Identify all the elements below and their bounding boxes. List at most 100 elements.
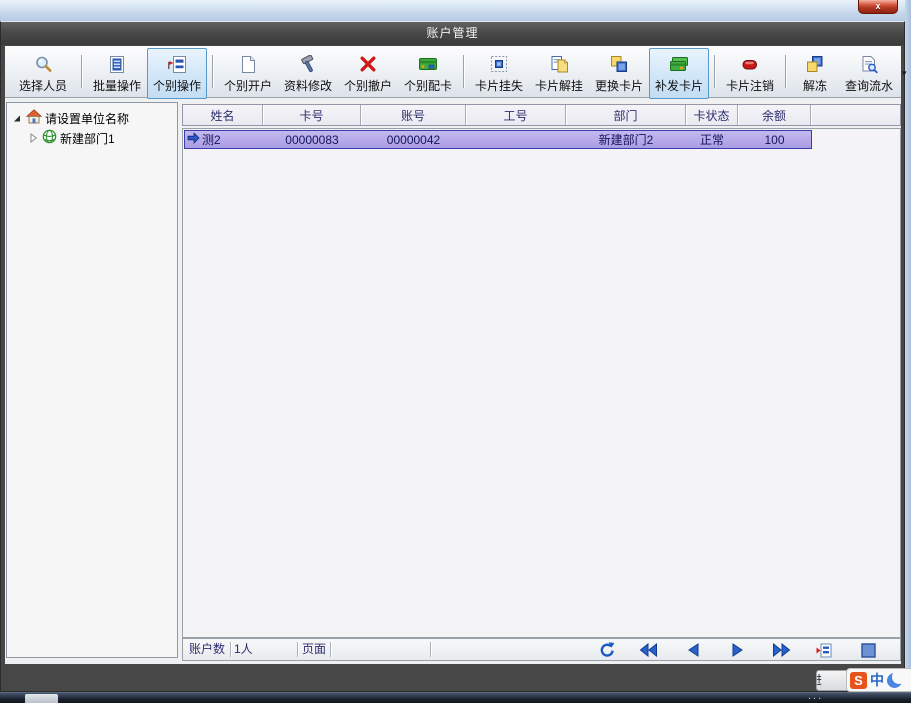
taskbar-dots: ... (808, 690, 824, 702)
column-header-department[interactable]: 部门 (566, 105, 686, 125)
account-management-window: 账户管理 选择人员 批量操作 个别操作 个别开户 资料修改 个别撤户 个别配卡 卡片挂失 卡片解… (0, 21, 907, 692)
status-separator (230, 642, 231, 657)
toolbar-button-individual-operation[interactable]: 个别操作 (147, 48, 207, 99)
cell-department: 新建部门2 (598, 133, 654, 147)
taskbar-item[interactable] (25, 694, 58, 703)
ime-toolbar: S 中 (846, 668, 911, 692)
ime-chinese-mode[interactable]: 中 (870, 670, 884, 690)
toolbar-button-label: 个别开户 (223, 79, 272, 93)
ime-partial-label: 进 (817, 671, 822, 690)
pages-icon (550, 54, 569, 74)
toolbar-button-select-personnel[interactable]: 选择人员 (10, 48, 76, 99)
toolbar-button-label: 查询流水 (844, 79, 893, 93)
home-icon (25, 109, 43, 127)
status-bar: 账户数 1人 页面 (182, 638, 901, 661)
hammer-icon (299, 54, 318, 74)
first-page-icon[interactable] (638, 642, 658, 658)
cell-account-no: 00000042 (386, 132, 441, 147)
column-header-balance[interactable]: 余额 (738, 105, 811, 125)
goto-record-icon[interactable] (814, 642, 834, 658)
doc-flag-icon (167, 54, 187, 74)
table-body: 测2 00000083 00000042 新建部门2 正常 100 (182, 128, 901, 638)
status-separator (430, 642, 431, 657)
red-pill-icon (741, 54, 759, 74)
cell-name: 测2 (185, 131, 263, 148)
toolbar-button-modify-info[interactable]: 资料修改 (278, 48, 338, 99)
toolbar-button-reissue-card[interactable]: 补发卡片 (649, 48, 709, 99)
toolbar-separator (714, 55, 715, 88)
toolbar-button-label: 批量操作 (92, 79, 141, 93)
prev-page-icon[interactable] (683, 642, 703, 658)
taskbar (0, 692, 911, 703)
column-header-account-no[interactable]: 账号 (361, 105, 466, 125)
green-card-icon (418, 54, 438, 74)
toolbar-button-label: 解冻 (802, 79, 827, 93)
toolbar-button-label: 个别撤户 (343, 79, 392, 93)
green-cards-icon (669, 54, 689, 74)
sogou-logo-icon[interactable]: S (850, 671, 867, 689)
ime-partial-button[interactable]: 进 (816, 670, 849, 691)
close-button[interactable]: x (858, 0, 898, 14)
page-search-icon (860, 54, 879, 74)
toolbar-button-individual-open-account[interactable]: 个别开户 (218, 48, 278, 99)
tree-item-label: 新建部门1 (60, 131, 115, 146)
swap-squares-icon (610, 54, 628, 74)
column-header-card-no[interactable]: 卡号 (263, 105, 361, 125)
moon-icon[interactable] (887, 669, 906, 688)
status-separator (297, 642, 298, 657)
magnifier-icon (34, 54, 53, 74)
org-tree-panel: 请设置单位名称 新建部门1 (6, 102, 178, 658)
toolbar-button-card-cancel-loss[interactable]: 卡片解挂 (529, 48, 589, 99)
table-row-selected[interactable]: 测2 00000083 00000042 新建部门2 正常 100 (184, 130, 812, 149)
toolbar-buttons: 选择人员 批量操作 个别操作 个别开户 资料修改 个别撤户 个别配卡 卡片挂失 卡片解挂 更换卡片… (10, 46, 899, 99)
toolbar-separator (81, 55, 82, 88)
tree-expanded-icon[interactable] (12, 113, 23, 123)
batch-doc-icon (108, 54, 126, 74)
dept-globe-icon (42, 129, 57, 147)
window-title: 账户管理 (426, 26, 479, 40)
new-page-icon (239, 54, 257, 74)
tree-item-label: 请设置单位名称 (45, 111, 130, 126)
toolbar: 选择人员 批量操作 个别操作 个别开户 资料修改 个别撤户 个别配卡 卡片挂失 卡片解挂 更换卡片… (5, 46, 907, 99)
toolbar-button-query-transactions[interactable]: 查询流水 (839, 48, 899, 99)
cell-card-status: 正常 (699, 133, 724, 147)
tree-item-department[interactable]: 新建部门1 (7, 128, 177, 148)
toolbar-button-label: 卡片解挂 (534, 79, 583, 93)
table-header: 姓名 卡号 账号 工号 部门 卡状态 余额 (182, 104, 901, 126)
column-header-card-status[interactable]: 卡状态 (686, 105, 738, 125)
toolbar-overflow-icon[interactable]: ▾ (902, 68, 907, 97)
toolbar-button-batch-operation[interactable]: 批量操作 (87, 48, 147, 99)
tree-collapsed-icon[interactable] (28, 133, 39, 143)
background-window-right-edge (905, 0, 911, 692)
account-count-value: 1人 (234, 642, 253, 656)
last-page-icon[interactable] (771, 642, 791, 658)
toolbar-button-individual-close-account[interactable]: 个别撤户 (338, 48, 398, 99)
toolbar-button-label: 卡片注销 (725, 79, 774, 93)
toolbar-button-label: 个别配卡 (403, 79, 452, 93)
red-x-icon (359, 54, 377, 74)
refresh-icon[interactable] (597, 642, 617, 658)
toolbar-button-label: 卡片挂失 (474, 79, 523, 93)
toolbar-button-label: 个别操作 (152, 79, 201, 93)
column-header-employee-no[interactable]: 工号 (466, 105, 566, 125)
toolbar-button-cancel-card[interactable]: 卡片注销 (720, 48, 780, 99)
column-header-name[interactable]: 姓名 (183, 105, 263, 125)
tree-item-company[interactable]: 请设置单位名称 (7, 108, 177, 128)
stop-icon[interactable] (858, 642, 878, 658)
toolbar-separator (212, 55, 213, 88)
column-header-filler (811, 105, 900, 125)
window-content: 选择人员 批量操作 个别操作 个别开户 资料修改 个别撤户 个别配卡 卡片挂失 卡片解挂 更换卡片… (5, 46, 907, 664)
toolbar-button-unfreeze[interactable]: 解冻 (791, 48, 839, 99)
next-page-icon[interactable] (727, 642, 747, 658)
cell-employee-no (466, 131, 566, 148)
page-label: 页面 (301, 642, 326, 656)
unfreeze-squares-icon (806, 54, 824, 74)
toolbar-separator (463, 55, 464, 88)
current-record-arrow-icon (187, 132, 200, 147)
toolbar-button-individual-assign-card[interactable]: 个别配卡 (398, 48, 458, 99)
toolbar-button-card-report-loss[interactable]: 卡片挂失 (469, 48, 529, 99)
screen: x 账户管理 选择人员 批量操作 个别操作 个别开户 资料修改 个别撤户 个别配卡 卡片挂失卡… (0, 0, 911, 703)
toolbar-button-label: 选择人员 (18, 79, 67, 93)
title-bar: 账户管理 (1, 22, 904, 45)
toolbar-button-replace-card[interactable]: 更换卡片 (589, 48, 649, 99)
